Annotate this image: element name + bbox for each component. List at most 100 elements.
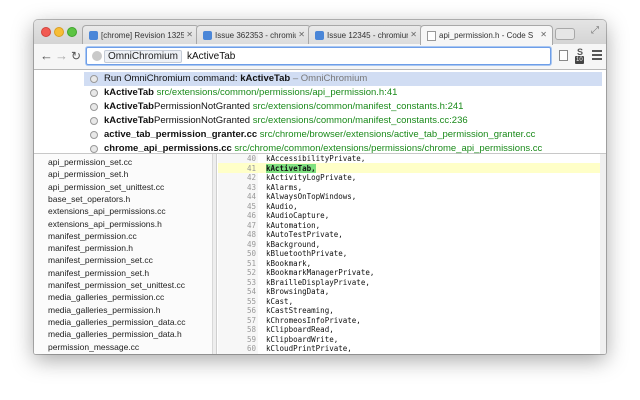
search-match[interactable]: kActiveTab, (266, 163, 316, 173)
line-number[interactable]: 60 (234, 344, 256, 353)
line-number[interactable]: 54 (234, 287, 256, 296)
code-token[interactable]: kAutomation, (266, 221, 320, 230)
omnibox-query-text[interactable]: kActiveTab (187, 51, 235, 62)
code-token[interactable]: kBackground, (266, 240, 320, 249)
file-list-item[interactable]: media_galleries_permission_data.cc (48, 317, 186, 327)
line-number[interactable]: 56 (234, 306, 256, 315)
menu-icon[interactable] (592, 50, 602, 62)
line-number[interactable]: 57 (234, 316, 256, 325)
file-list-item[interactable]: api_permission_set_unittest.cc (48, 182, 164, 192)
code-token[interactable]: kBrailleDisplayPrivate, (266, 278, 370, 287)
line-number[interactable]: 52 (234, 268, 256, 277)
code-token[interactable]: kAlarms, (266, 183, 302, 192)
zoom-window-icon[interactable] (67, 27, 77, 37)
suggestion-url: src/extensions/common/manifest_constants… (250, 101, 464, 112)
tab-chrome-revision[interactable]: [chrome] Revision 13253 ✕ (82, 25, 199, 44)
tab-api-permission[interactable]: api_permission.h - Code S ✕ (420, 25, 553, 45)
file-list-item[interactable]: extensions_api_permissions.cc (48, 206, 166, 216)
code-line: kCast, (266, 297, 293, 306)
code-token[interactable]: kActivityLogPrivate, (266, 173, 356, 182)
browser-window: [chrome] Revision 13253 ✕ Issue 362353 -… (34, 20, 606, 354)
code-token[interactable]: kBluetoothPrivate, (266, 249, 347, 258)
file-list-item[interactable]: api_permission_set.h (48, 169, 128, 179)
code-token[interactable]: kBookmark, (266, 259, 311, 268)
scrollbar[interactable] (600, 154, 606, 354)
line-number[interactable]: 59 (234, 335, 256, 344)
file-list-item[interactable]: media_galleries_permission_data.h (48, 329, 182, 339)
omnibox-suggestion[interactable]: kActiveTabPermissionNotGranted src/exten… (84, 114, 606, 128)
code-line: kAlarms, (266, 183, 302, 192)
code-token[interactable]: kChromeosInfoPrivate, (266, 316, 361, 325)
file-list-item[interactable]: media_galleries_permission.cc (48, 292, 164, 302)
code-token[interactable]: kCast, (266, 297, 293, 306)
code-token[interactable]: kAutoTestPrivate, (266, 230, 343, 239)
suggestion-match: active_tab_permission_granter.cc (104, 129, 258, 140)
forward-arrow-icon[interactable]: → (55, 48, 68, 64)
line-number[interactable]: 48 (234, 230, 256, 239)
line-number[interactable]: 44 (234, 192, 256, 201)
close-icon[interactable]: ✕ (186, 30, 193, 39)
search-engine-icon (92, 51, 102, 61)
tab-issue-362353[interactable]: Issue 362353 - chromium ✕ (196, 25, 311, 44)
omnibox-keyword-chip: OmniChromium (104, 50, 183, 63)
line-number[interactable]: 46 (234, 211, 256, 220)
line-number[interactable]: 53 (234, 278, 256, 287)
line-number[interactable]: 58 (234, 325, 256, 334)
tab-title: Issue 12345 - chromium (327, 31, 408, 40)
file-list-item[interactable]: manifest_permission.h (48, 243, 133, 253)
code-token[interactable]: kAlwaysOnTopWindows, (266, 192, 356, 201)
code-token[interactable]: kClipboardRead, (266, 325, 334, 334)
line-number[interactable]: 55 (234, 297, 256, 306)
tab-strip: [chrome] Revision 13253 ✕ Issue 362353 -… (34, 20, 606, 45)
close-icon[interactable]: ✕ (410, 30, 417, 39)
pane-splitter[interactable] (213, 154, 217, 354)
file-list-item[interactable]: media_galleries_permission.h (48, 305, 160, 315)
omnibox-suggestion[interactable]: kActiveTabPermissionNotGranted src/exten… (84, 100, 606, 114)
code-line: kActivityLogPrivate, (266, 173, 356, 182)
line-number[interactable]: 45 (234, 202, 256, 211)
code-token[interactable]: kBrowsingData, (266, 287, 329, 296)
line-number[interactable]: 41 (234, 164, 256, 173)
omnibox[interactable]: OmniChromium kActiveTab (86, 47, 551, 65)
code-token[interactable]: kCloudPrintPrivate, (266, 344, 352, 353)
suggestion-prefix: Run OmniChromium command: (104, 73, 241, 84)
file-list-item[interactable]: manifest_permission_set_unittest.cc (48, 280, 185, 290)
line-number[interactable]: 42 (234, 173, 256, 182)
omnibox-suggestion[interactable]: active_tab_permission_granter.cc src/chr… (84, 128, 606, 142)
fullscreen-icon[interactable]: ⤢ (591, 25, 599, 36)
back-arrow-icon[interactable]: ← (40, 48, 53, 64)
file-list-item[interactable]: manifest_permission_set.cc (48, 255, 153, 265)
file-list-item[interactable]: manifest_permission_set.h (48, 268, 149, 278)
omnibox-suggestion[interactable]: Run OmniChromium command: kActiveTab – O… (84, 72, 602, 86)
suggestion-icon (90, 145, 98, 153)
close-icon[interactable]: ✕ (540, 30, 547, 39)
line-number[interactable]: 43 (234, 183, 256, 192)
line-number[interactable]: 50 (234, 249, 256, 258)
new-tab-button[interactable] (555, 28, 575, 40)
minimize-window-icon[interactable] (54, 27, 64, 37)
code-token[interactable]: kAudio, (266, 202, 298, 211)
close-icon[interactable]: ✕ (298, 30, 305, 39)
page-action-icon[interactable] (559, 50, 568, 61)
code-token[interactable]: kCastStreaming, (266, 306, 334, 315)
file-list-item[interactable]: base_set_operators.h (48, 194, 130, 204)
code-line: kAudioCapture, (266, 211, 329, 220)
code-token[interactable]: kClipboardWrite, (266, 335, 338, 344)
code-line: kActiveTab, (266, 163, 316, 173)
tab-issue-12345[interactable]: Issue 12345 - chromium ✕ (308, 25, 423, 44)
reload-icon[interactable]: ↻ (71, 48, 81, 64)
file-list-item[interactable]: api_permission_set.cc (48, 157, 132, 167)
code-token[interactable]: kBookmarkManagerPrivate, (266, 268, 374, 277)
line-number[interactable]: 49 (234, 240, 256, 249)
code-token[interactable]: kAudioCapture, (266, 211, 329, 220)
line-number[interactable]: 51 (234, 259, 256, 268)
omnibox-suggestion[interactable]: chrome_api_permissions.cc src/chrome/com… (84, 142, 606, 156)
close-window-icon[interactable] (41, 27, 51, 37)
code-line: kCastStreaming, (266, 306, 334, 315)
line-number[interactable]: 47 (234, 221, 256, 230)
file-list-item[interactable]: extensions_api_permissions.h (48, 219, 162, 229)
file-list-item[interactable]: permission_message.cc (48, 342, 139, 352)
extension-button[interactable]: S 10 (575, 47, 587, 65)
file-list-item[interactable]: manifest_permission.cc (48, 231, 137, 241)
omnibox-suggestion[interactable]: kActiveTab src/extensions/common/permiss… (84, 86, 606, 100)
